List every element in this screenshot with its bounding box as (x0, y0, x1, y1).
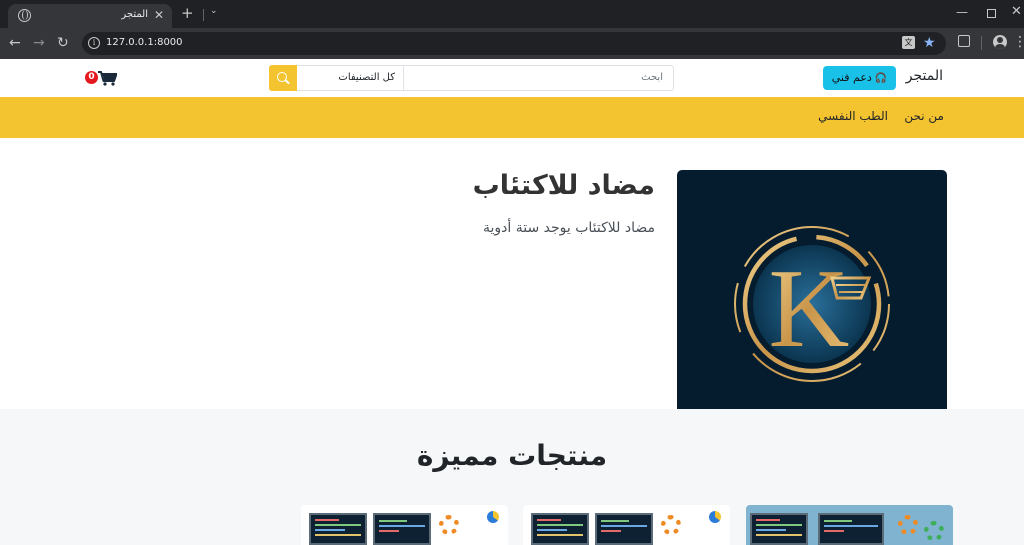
chart-icon (487, 511, 499, 523)
translate-icon[interactable]: 文 (902, 36, 915, 49)
search-button[interactable] (269, 65, 297, 91)
support-label: دعم فني (831, 71, 872, 84)
tab-title: المتجر (121, 9, 148, 20)
gear-icon (661, 515, 681, 535)
profile-icon[interactable] (993, 35, 1007, 49)
browser-menu-icon[interactable]: ⋮ (1013, 33, 1024, 51)
window-maximize-button[interactable] (987, 9, 996, 18)
browser-titlebar: المتجر ✕ + ⌄ — ✕ (0, 0, 1024, 28)
gear-icon (898, 515, 918, 535)
site-header: المتجر 🎧دعم فني كل التصنيفات ابحث 0 (0, 59, 1024, 97)
browser-tab[interactable]: المتجر ✕ (8, 4, 172, 28)
globe-icon (18, 9, 31, 22)
window-close-button[interactable]: ✕ (1011, 4, 1022, 19)
chart-icon (709, 511, 721, 523)
headset-icon: 🎧 (874, 73, 888, 84)
product-card[interactable] (746, 505, 953, 545)
featured-title: منتجات مميزة (416, 439, 608, 472)
url-text[interactable]: 127.0.0.1:8000 (106, 37, 183, 48)
forward-button[interactable]: → (33, 34, 45, 52)
window-minimize-button[interactable]: — (956, 5, 968, 19)
category-title: مضاد للاكتئاب (472, 170, 655, 201)
back-button[interactable]: ← (9, 34, 21, 52)
logo-letter: K (769, 247, 850, 371)
tab-search-button[interactable]: ⌄ (210, 6, 218, 16)
site-brand[interactable]: المتجر (906, 68, 943, 84)
category-hero: مضاد للاكتئاب مضاد للاكتئاب يوجد ستة أدو… (0, 138, 1024, 409)
product-image (531, 513, 589, 545)
site-info-icon[interactable]: i (88, 37, 100, 49)
category-description: مضاد للاكتئاب يوجد ستة أدوية (483, 220, 655, 236)
product-image (818, 513, 884, 545)
search-bar: كل التصنيفات ابحث (269, 65, 674, 91)
category-select[interactable]: كل التصنيفات (297, 65, 404, 91)
product-image (373, 513, 431, 545)
cart-count-badge: 0 (85, 71, 98, 84)
nav-about-us[interactable]: من نحن (904, 109, 944, 123)
reload-button[interactable]: ↻ (57, 34, 69, 52)
new-tab-button[interactable]: + (181, 5, 194, 21)
support-button[interactable]: 🎧دعم فني (823, 66, 896, 90)
product-card[interactable] (523, 505, 730, 545)
bookmark-star-icon[interactable]: ★ (923, 34, 936, 52)
toolbar-divider (981, 36, 982, 50)
extensions-icon[interactable] (958, 35, 970, 47)
product-image (595, 513, 653, 545)
featured-section: منتجات مميزة (0, 409, 1024, 545)
browser-toolbar: ← → ↻ i 127.0.0.1:8000 文 ★ ⋮ (0, 28, 1024, 59)
search-input[interactable]: ابحث (404, 65, 674, 91)
product-image (309, 513, 367, 545)
nav-psychiatry[interactable]: الطب النفسي (818, 109, 888, 123)
cart-icon[interactable] (98, 71, 117, 86)
category-image: K (677, 170, 947, 409)
store-logo: K (734, 226, 890, 382)
gear-icon (439, 515, 459, 535)
product-card[interactable] (301, 505, 508, 545)
web-page: المتجر 🎧دعم فني كل التصنيفات ابحث 0 من ن… (0, 59, 1024, 545)
tab-close-button[interactable]: ✕ (154, 7, 164, 23)
address-bar[interactable]: i 127.0.0.1:8000 文 ★ (82, 32, 946, 55)
tab-divider (203, 9, 204, 21)
product-image (750, 513, 808, 545)
gear-icon (924, 521, 944, 541)
category-navbar: من نحن الطب النفسي (0, 97, 1024, 138)
